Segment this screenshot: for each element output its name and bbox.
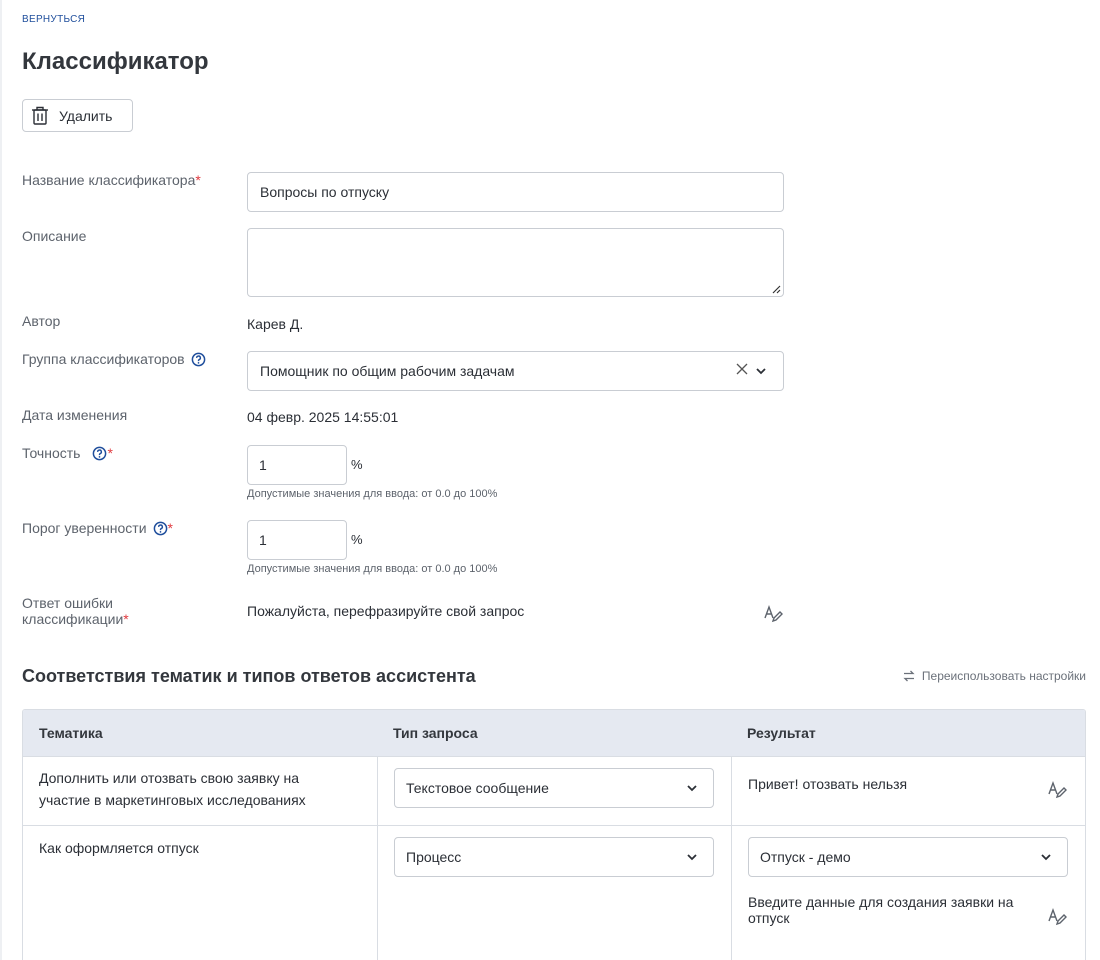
name-label: Название классификатора* [22,172,201,188]
page-title: Классификатор [22,48,209,75]
group-select[interactable]: Помощник по общим рабочим задачам [247,351,784,391]
name-input[interactable]: Вопросы по отпуску [247,172,784,212]
request-type-select[interactable]: Текстовое сообщение [394,768,714,808]
threshold-label: Порог уверенности * [22,520,173,536]
mapping-section-title: Соответствия тематик и типов ответов асс… [22,666,476,686]
column-divider [377,756,378,960]
accuracy-input[interactable]: 1 [247,445,347,485]
author-label: Автор [22,313,61,329]
topic-cell: Дополнить или отозвать свою заявку на уч… [39,770,306,808]
help-icon[interactable] [153,521,168,536]
delete-button-label: Удалить [59,107,113,124]
reuse-settings-link[interactable]: Переиспользовать настройки [902,669,1086,683]
back-link[interactable]: ВЕРНУТЬСЯ [22,14,85,25]
group-select-value: Помощник по общим рабочим задачам [260,363,515,379]
chevron-down-icon[interactable] [686,851,698,863]
text-edit-icon[interactable] [1047,906,1067,926]
chevron-down-icon[interactable] [1040,851,1052,863]
threshold-unit: % [351,532,363,547]
required-mark: * [195,172,201,188]
chevron-down-icon[interactable] [686,782,698,794]
author-value: Карев Д. [247,316,304,332]
swap-icon [903,670,915,682]
error-answer-label: Ответ ошибки классификации* [22,595,129,627]
threshold-hint: Допустимые значения для ввода: от 0.0 до… [247,563,498,575]
result-text: Введите данные для создания заявки на от… [748,894,1014,926]
accuracy-unit: % [351,457,363,472]
modified-value: 04 февр. 2025 14:55:01 [247,409,399,425]
clear-icon[interactable] [735,362,749,376]
required-mark: * [123,611,129,627]
column-header-topic: Тематика [39,725,103,741]
reuse-settings-label: Переиспользовать настройки [921,669,1086,683]
table-header: Тематика Тип запроса Результат [23,710,1085,756]
row-divider [23,825,1085,826]
description-label: Описание [22,228,87,244]
description-textarea[interactable] [247,228,784,297]
required-mark: * [107,445,113,461]
threshold-input[interactable]: 1 [247,520,347,560]
resize-handle-icon[interactable] [770,283,781,294]
delete-button[interactable]: Удалить [22,99,133,132]
column-header-result: Результат [747,725,816,741]
row-divider [23,756,1085,757]
topic-cell: Как оформляется отпуск [39,840,199,856]
result-process-value: Отпуск - демо [760,849,851,865]
result-process-select[interactable]: Отпуск - демо [748,837,1068,877]
help-icon[interactable] [92,446,107,461]
request-type-value: Процесс [406,849,462,865]
help-icon[interactable] [191,352,206,367]
chevron-down-icon[interactable] [755,365,767,377]
group-label: Группа классификаторов [22,351,206,367]
text-edit-icon[interactable] [763,603,783,623]
required-mark: * [167,520,173,536]
request-type-select[interactable]: Процесс [394,837,714,877]
modified-label: Дата изменения [22,407,128,423]
left-border [0,0,2,960]
error-answer-value: Пожалуйста, перефразируйте свой запрос [247,603,525,619]
request-type-value: Текстовое сообщение [406,780,549,796]
accuracy-hint: Допустимые значения для ввода: от 0.0 до… [247,488,498,500]
mapping-table: Тематика Тип запроса Результат Дополнить… [22,709,1086,960]
text-edit-icon[interactable] [1047,779,1067,799]
trash-icon [32,106,48,125]
accuracy-label: Точность * [22,445,113,461]
column-header-request-type: Тип запроса [393,725,478,741]
result-text: Привет! отозвать нельзя [748,776,908,792]
column-divider [731,756,732,960]
